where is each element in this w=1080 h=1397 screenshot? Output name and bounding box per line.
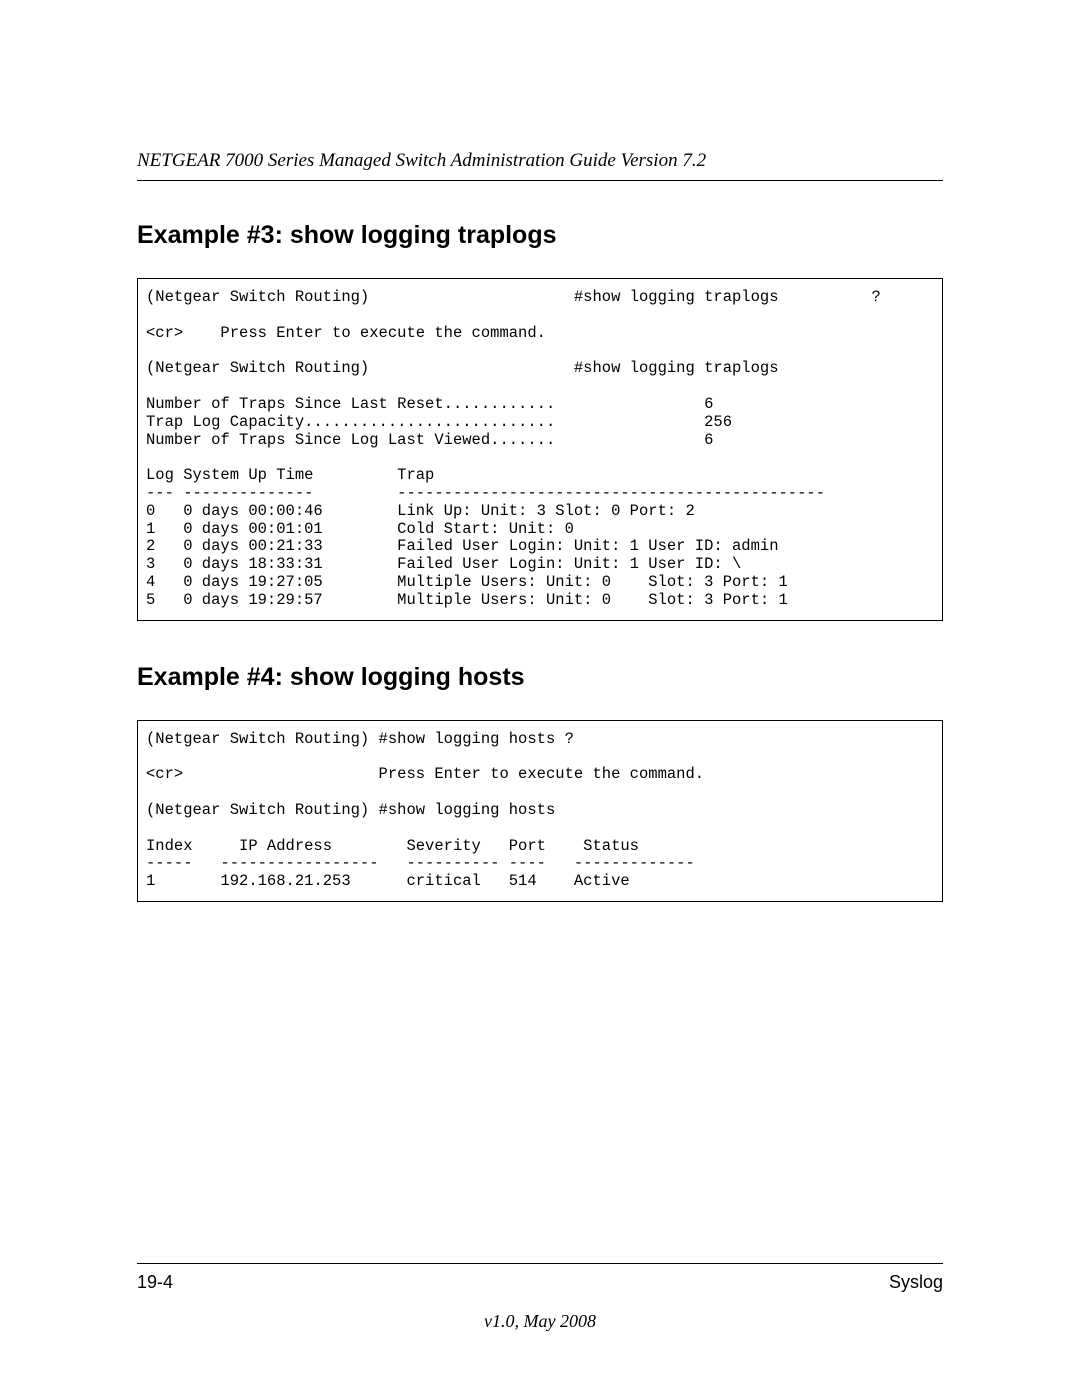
example-3-heading: Example #3: show logging traplogs (137, 221, 943, 250)
document-header: NETGEAR 7000 Series Managed Switch Admin… (137, 150, 943, 181)
page-footer: 19-4 Syslog v1.0, May 2008 (137, 1263, 943, 1332)
example-4-heading: Example #4: show logging hosts (137, 663, 943, 692)
example-4-code: (Netgear Switch Routing) #show logging h… (137, 720, 943, 902)
page-number: 19-4 (137, 1272, 173, 1293)
version-text: v1.0, May 2008 (137, 1311, 943, 1332)
section-name: Syslog (889, 1272, 943, 1293)
example-3-code: (Netgear Switch Routing) #show logging t… (137, 278, 943, 621)
